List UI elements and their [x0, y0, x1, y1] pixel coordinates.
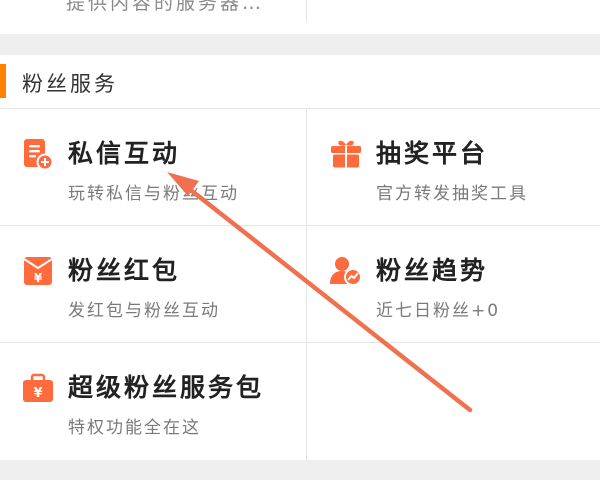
tile-subtitle: 发红包与粉丝互动 — [68, 301, 220, 321]
previous-card: 提供内容的服务器… — [0, 0, 600, 34]
tile-fan-trend[interactable]: 粉丝趋势 近七日粉丝+0 — [330, 247, 600, 363]
tile-red-envelope[interactable]: ¥ 粉丝红包 发红包与粉丝互动 — [22, 247, 312, 363]
fan-trend-icon — [330, 257, 362, 286]
service-briefcase-icon: ¥ — [23, 373, 53, 402]
svg-text:¥: ¥ — [33, 386, 42, 401]
tile-title: 粉丝趋势 — [376, 256, 489, 285]
tile-title: 私信互动 — [68, 139, 181, 168]
section-header: 粉丝服务 — [0, 55, 600, 108]
tile-super-fan-package[interactable]: ¥ 超级粉丝服务包 特权功能全在这 — [22, 364, 312, 480]
tile-subtitle: 官方转发抽奖工具 — [376, 184, 528, 204]
tile-subtitle: 特权功能全在这 — [68, 418, 201, 438]
section-title: 粉丝服务 — [22, 72, 118, 96]
previous-card-text: 提供内容的服务器… — [66, 0, 265, 14]
tile-private-message[interactable]: 私信互动 玩转私信与粉丝互动 — [22, 130, 312, 246]
red-envelope-icon: ¥ — [23, 257, 53, 285]
section-accent-bar — [0, 64, 6, 98]
fan-services-card: 粉丝服务 私信互动 玩转私信与粉丝互动 抽奖平台 官方转发抽奖工具 ¥ 粉丝红包… — [0, 55, 600, 460]
message-doc-icon — [24, 139, 54, 170]
tile-title: 超级粉丝服务包 — [68, 373, 265, 402]
gift-box-icon — [331, 140, 361, 168]
svg-text:¥: ¥ — [34, 271, 43, 285]
divider — [306, 0, 307, 22]
tile-title: 粉丝红包 — [68, 256, 181, 285]
tile-subtitle: 近七日粉丝+0 — [376, 301, 501, 321]
tile-lottery-platform[interactable]: 抽奖平台 官方转发抽奖工具 — [330, 130, 600, 246]
tile-subtitle: 玩转私信与粉丝互动 — [68, 184, 239, 204]
tile-title: 抽奖平台 — [376, 139, 489, 168]
divider — [0, 108, 600, 109]
